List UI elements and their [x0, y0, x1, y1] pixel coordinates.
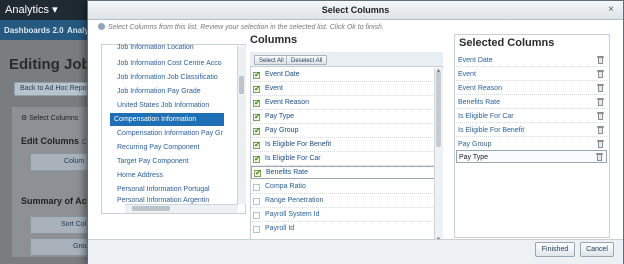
tree-item[interactable]: Job Information Location: [113, 41, 223, 54]
selected-row-focused[interactable]: Pay Type: [456, 150, 607, 163]
close-icon[interactable]: ×: [605, 4, 617, 16]
select-all-button[interactable]: Select All: [254, 55, 289, 65]
tree-item[interactable]: United States Job Information: [113, 99, 223, 112]
column-row-focused[interactable]: Benefits Rate: [251, 166, 435, 179]
selected-row[interactable]: Event: [456, 68, 607, 81]
nav-item-dashboards[interactable]: Dashboards 2.0: [4, 26, 64, 35]
instructions: Select Columns from this list. Review yo…: [98, 23, 384, 31]
column-row[interactable]: Event: [251, 83, 435, 96]
columns-scroll-thumb[interactable]: [436, 71, 441, 147]
scroll-up-icon[interactable]: ▲: [435, 68, 442, 75]
app-title[interactable]: Analytics ▾: [5, 3, 58, 16]
tree-item[interactable]: Recurring Pay Component: [113, 141, 223, 154]
chevron-down-icon: ▾: [52, 4, 58, 16]
column-row[interactable]: Pay Group: [251, 125, 435, 138]
column-button[interactable]: Colum: [30, 153, 88, 171]
tree-horizontal-thumb[interactable]: [132, 206, 170, 211]
tree-scroll-thumb[interactable]: [239, 76, 244, 94]
back-to-ad-hoc-button[interactable]: Back to Ad Hoc Repo: [14, 82, 94, 96]
select-columns-link[interactable]: ⚙ Select Columns: [21, 114, 78, 122]
tree-item-selected[interactable]: Compensation Information: [110, 113, 224, 126]
checkbox[interactable]: [253, 112, 261, 121]
sort-columns-button[interactable]: Sort Col: [30, 216, 88, 234]
checkbox[interactable]: [253, 84, 261, 93]
trash-icon[interactable]: [597, 70, 604, 78]
trash-icon[interactable]: [597, 98, 604, 106]
selected-row[interactable]: Benefits Rate: [456, 96, 607, 109]
checkbox[interactable]: [254, 168, 262, 177]
column-row[interactable]: Is Eligible For Car: [251, 153, 435, 166]
checkbox[interactable]: [253, 70, 261, 79]
dialog-title: Select Columns: [88, 1, 623, 20]
selected-row[interactable]: Event Reason: [456, 82, 607, 95]
checkbox[interactable]: [253, 226, 260, 233]
deselect-all-button[interactable]: Deselect All: [286, 55, 328, 65]
selected-row[interactable]: Is Eligible For Benefit: [456, 124, 607, 137]
trash-icon[interactable]: [597, 140, 604, 148]
edit-columns-heading: Edit Columns C: [21, 136, 87, 146]
checkbox[interactable]: [253, 98, 261, 107]
info-icon: [98, 23, 105, 30]
columns-header: Columns: [250, 34, 298, 46]
checkbox[interactable]: [253, 140, 261, 149]
checkbox[interactable]: [253, 184, 260, 191]
trash-icon[interactable]: [597, 84, 604, 92]
summary-heading: Summary of Act: [21, 196, 90, 206]
tree-item[interactable]: Compensation Information Pay Gr: [113, 127, 223, 140]
column-row[interactable]: Pay Type: [251, 111, 435, 124]
trash-icon[interactable]: [597, 112, 604, 120]
selected-columns-header: Selected Columns: [459, 37, 555, 49]
nav-item-analytics[interactable]: Analy: [67, 26, 89, 35]
checkbox[interactable]: [253, 126, 261, 135]
tree-item[interactable]: Job Information Pay Grade: [113, 85, 223, 98]
tree-item[interactable]: Job Information Cost Centre Acco: [113, 57, 223, 70]
tree-item[interactable]: Target Pay Component: [113, 155, 223, 168]
tree-scrollbar[interactable]: [237, 46, 246, 204]
select-columns-dialog: Select Columns × Select Columns from thi…: [87, 0, 624, 264]
finished-button[interactable]: Finished: [535, 242, 575, 257]
trash-icon[interactable]: [597, 126, 604, 134]
background-panel: [12, 107, 96, 257]
selected-row[interactable]: Event Date: [456, 54, 607, 67]
page-title: Editing Job I: [9, 56, 99, 73]
column-row[interactable]: Event Date: [251, 69, 435, 82]
checkbox[interactable]: [253, 198, 260, 205]
selected-row[interactable]: Is Eligible For Car: [456, 110, 607, 123]
trash-icon[interactable]: [597, 56, 604, 64]
tree-item[interactable]: Job Information Job Classificatio: [113, 71, 223, 84]
column-row[interactable]: Payroll Id: [251, 223, 435, 233]
column-row[interactable]: Range Penetration: [251, 195, 435, 208]
column-row[interactable]: Event Reason: [251, 97, 435, 110]
trash-icon[interactable]: [596, 153, 603, 161]
cancel-button[interactable]: Cancel: [580, 242, 614, 257]
group-button[interactable]: Grou: [30, 238, 89, 256]
checkbox[interactable]: [253, 154, 261, 163]
column-row[interactable]: Compa Ratio: [251, 181, 435, 194]
column-row[interactable]: Is Eligible For Benefit: [251, 139, 435, 152]
gear-icon: ⚙: [21, 115, 28, 122]
tree-item[interactable]: Personal Information Argentin: [113, 194, 223, 204]
tree-item[interactable]: Home Address: [113, 169, 223, 182]
checkbox[interactable]: [253, 212, 260, 219]
column-row[interactable]: Payroll System Id: [251, 209, 435, 222]
